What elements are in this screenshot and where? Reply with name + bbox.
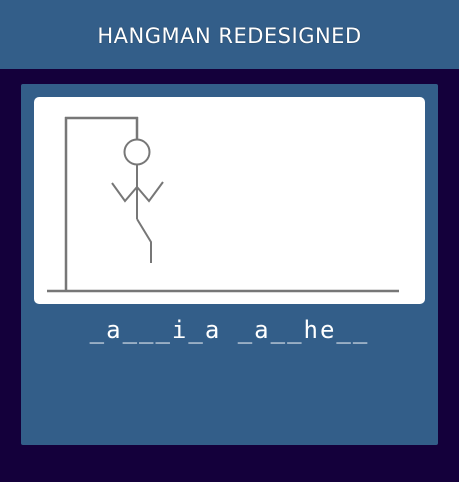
hangman-right-arm <box>136 181 164 203</box>
hangman-drawing <box>47 116 399 293</box>
app-header: HANGMAN REDESIGNED <box>0 0 459 69</box>
page-title: HANGMAN REDESIGNED <box>97 23 362 48</box>
hangman-left-arm <box>111 182 138 203</box>
game-panel: _a___i_a _a__he__ <box>21 84 438 445</box>
hangman-left-leg <box>136 218 152 263</box>
word-display: _a___i_a _a__he__ <box>89 316 370 344</box>
hangman-board <box>34 97 425 304</box>
hangman-head <box>123 138 151 166</box>
